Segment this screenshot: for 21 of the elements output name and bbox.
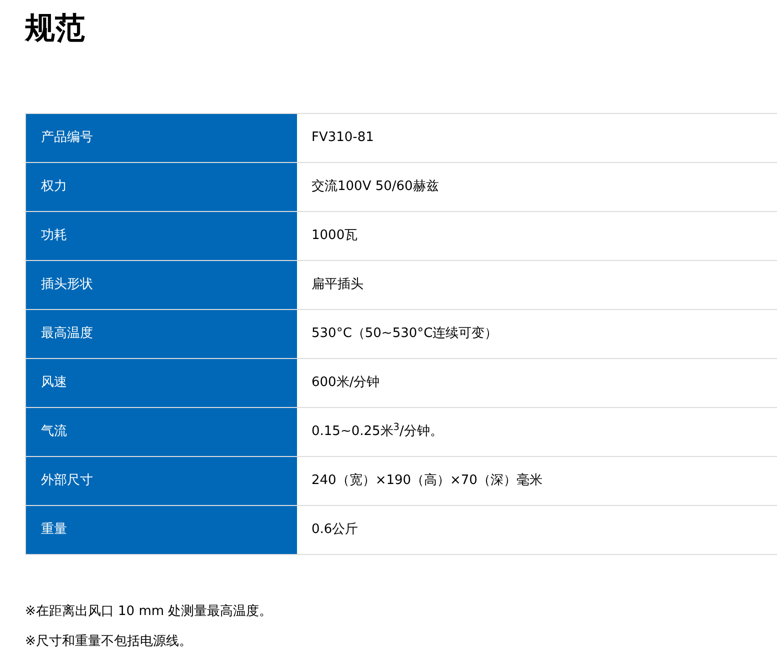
spec-label: 产品编号	[26, 114, 296, 162]
spec-value: 0.6公斤	[296, 506, 777, 554]
spec-label: 最高温度	[26, 310, 296, 358]
spec-value: 240（宽）×190（高）×70（深）毫米	[296, 456, 777, 506]
spec-value: 扁平插头	[296, 260, 777, 310]
spec-value: 530°C（50~530°C连续可变）	[296, 310, 777, 358]
spec-value: 交流100V 50/60赫兹	[296, 162, 777, 212]
footnote: ※尺寸和重量不包括电源线。	[25, 633, 193, 651]
page-title: 规范	[25, 10, 86, 48]
spec-value: 600米/分钟	[296, 358, 777, 408]
footnote: ※在距离出风口 10 mm 处测量最高温度。	[25, 603, 274, 621]
spec-label: 插头形状	[26, 260, 296, 310]
spec-label: 外部尺寸	[26, 456, 296, 506]
spec-value: FV310-81	[296, 114, 777, 162]
spec-label: 重量	[26, 506, 296, 554]
spec-label: 风速	[26, 358, 296, 408]
spec-value: 0.15~0.25米$^{3}$/分钟。	[296, 408, 777, 456]
spec-label: 气流	[26, 408, 296, 456]
spec-label: 权力	[26, 162, 296, 212]
spec-label: 功耗	[26, 212, 296, 260]
spec-value: 1000瓦	[296, 212, 777, 260]
